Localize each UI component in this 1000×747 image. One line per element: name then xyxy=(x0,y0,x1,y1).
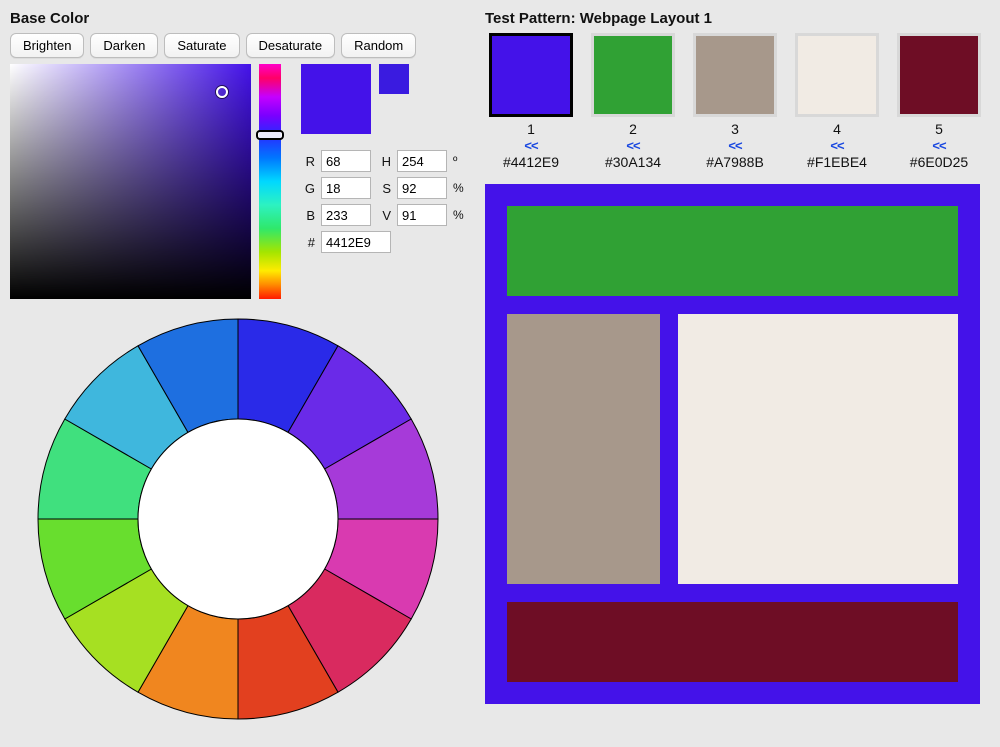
g-field[interactable] xyxy=(321,177,371,199)
previous-color-swatch xyxy=(379,64,409,94)
palette-swatch[interactable] xyxy=(489,33,573,117)
layout-footer xyxy=(507,602,958,682)
base-color-title: Base Color xyxy=(10,10,465,27)
palette-item: 4 << #F1EBE4 xyxy=(791,33,883,170)
darken-button[interactable]: Darken xyxy=(90,33,158,58)
v-label: V xyxy=(377,208,391,223)
color-wheel[interactable] xyxy=(28,309,448,729)
saturation-value-picker[interactable] xyxy=(10,64,251,299)
random-button[interactable]: Random xyxy=(341,33,416,58)
pct-unit-s: % xyxy=(453,181,465,195)
layout-main xyxy=(678,314,958,584)
current-color-swatch xyxy=(301,64,371,134)
palette-index: 5 xyxy=(935,121,943,137)
s-field[interactable] xyxy=(397,177,447,199)
b-label: B xyxy=(301,208,315,223)
palette-swatch[interactable] xyxy=(795,33,879,117)
test-pattern-title: Test Pattern: Webpage Layout 1 xyxy=(485,10,990,27)
palette-assign-arrow[interactable]: << xyxy=(626,139,639,152)
hex-field[interactable] xyxy=(321,231,391,253)
deg-unit: º xyxy=(453,154,465,168)
r-field[interactable] xyxy=(321,150,371,172)
palette-index: 3 xyxy=(731,121,739,137)
g-label: G xyxy=(301,181,315,196)
saturate-button[interactable]: Saturate xyxy=(164,33,239,58)
palette-item: 5 << #6E0D25 xyxy=(893,33,985,170)
layout-header xyxy=(507,206,958,296)
palette-item: 1 << #4412E9 xyxy=(485,33,577,170)
palette-item: 3 << #A7988B xyxy=(689,33,781,170)
palette-hex: #6E0D25 xyxy=(910,154,968,170)
desaturate-button[interactable]: Desaturate xyxy=(246,33,336,58)
pct-unit-v: % xyxy=(453,208,465,222)
palette-hex: #30A134 xyxy=(605,154,661,170)
palette-item: 2 << #30A134 xyxy=(587,33,679,170)
palette-row: 1 << #4412E9 2 << #30A134 3 << #A7988B 4 << #F1EBE4… xyxy=(485,33,990,170)
color-fields: R H º G S % B V % # xyxy=(301,150,465,253)
palette-swatch[interactable] xyxy=(591,33,675,117)
r-label: R xyxy=(301,154,315,169)
s-label: S xyxy=(377,181,391,196)
hue-slider[interactable] xyxy=(259,64,281,299)
palette-swatch[interactable] xyxy=(693,33,777,117)
wheel-center xyxy=(138,419,338,619)
palette-assign-arrow[interactable]: << xyxy=(524,139,537,152)
palette-assign-arrow[interactable]: << xyxy=(728,139,741,152)
b-field[interactable] xyxy=(321,204,371,226)
sv-cursor[interactable] xyxy=(216,86,228,98)
h-field[interactable] xyxy=(397,150,447,172)
h-label: H xyxy=(377,154,391,169)
hue-thumb[interactable] xyxy=(256,130,284,140)
layout-sidebar xyxy=(507,314,660,584)
palette-index: 4 xyxy=(833,121,841,137)
palette-hex: #4412E9 xyxy=(503,154,559,170)
palette-hex: #A7988B xyxy=(706,154,764,170)
palette-assign-arrow[interactable]: << xyxy=(830,139,843,152)
palette-hex: #F1EBE4 xyxy=(807,154,867,170)
brighten-button[interactable]: Brighten xyxy=(10,33,84,58)
hex-label: # xyxy=(301,235,315,250)
base-color-button-row: Brighten Darken Saturate Desaturate Rand… xyxy=(10,33,465,58)
palette-assign-arrow[interactable]: << xyxy=(932,139,945,152)
palette-index: 1 xyxy=(527,121,535,137)
palette-swatch[interactable] xyxy=(897,33,981,117)
layout-preview xyxy=(485,184,980,704)
v-field[interactable] xyxy=(397,204,447,226)
palette-index: 2 xyxy=(629,121,637,137)
